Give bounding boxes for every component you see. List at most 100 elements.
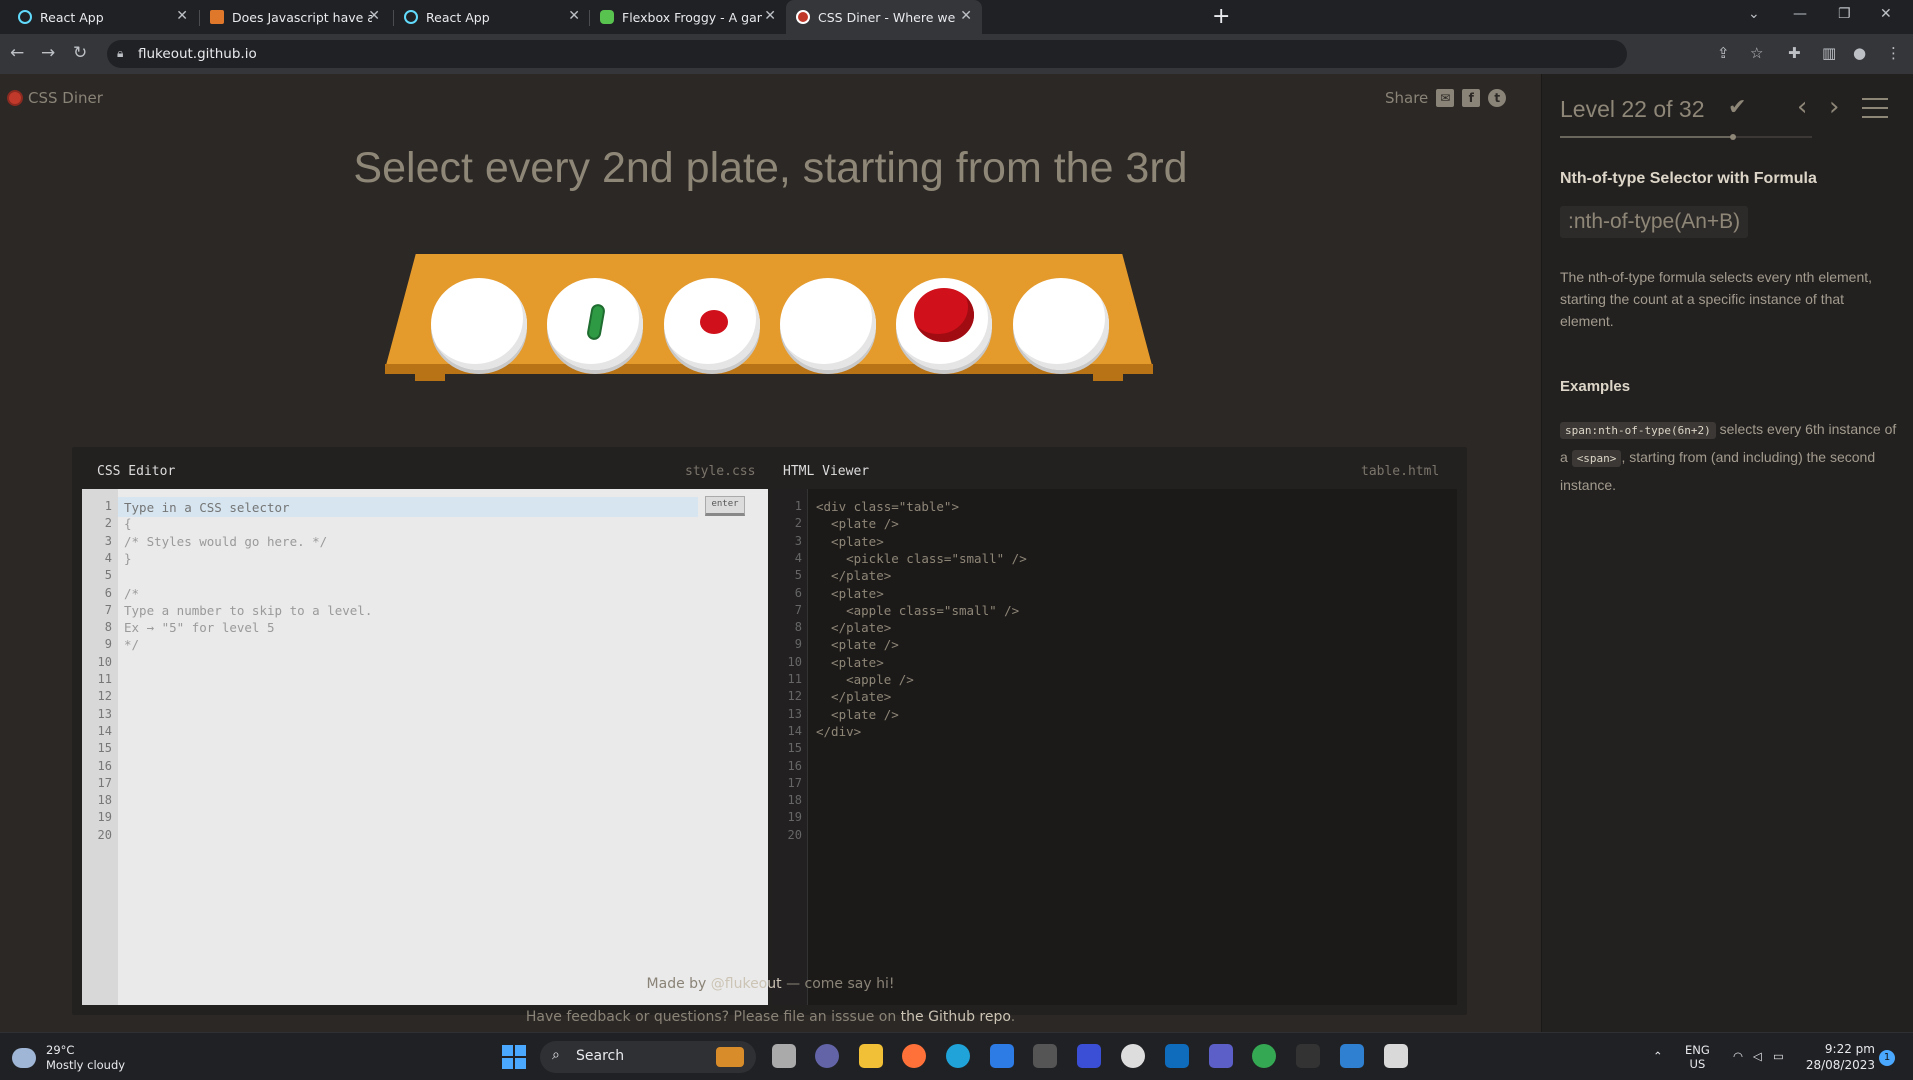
email-icon[interactable]: ✉ <box>1436 89 1455 107</box>
tab-flexbox-froggy[interactable]: Flexbox Froggy - A game for learn ✕ <box>590 0 786 34</box>
weather-widget[interactable]: 29°C Mostly cloudy <box>12 1043 125 1073</box>
plate[interactable] <box>431 278 527 370</box>
html-code-line[interactable]: <pickle class="small" /> <box>816 551 1027 566</box>
clock[interactable]: 9:22 pm 28/08/2023 <box>1805 1041 1875 1073</box>
file-explorer-icon[interactable] <box>859 1044 883 1068</box>
vscode-icon[interactable] <box>1340 1044 1364 1068</box>
previous-level-icon[interactable]: ‹ <box>1797 92 1807 122</box>
line-number: 7 <box>104 602 112 617</box>
css-diner-logo-icon <box>7 90 23 106</box>
taskbar-search[interactable]: ⌕ Search <box>540 1041 756 1073</box>
tab-title: React App <box>426 9 490 25</box>
chevron-up-icon[interactable]: ⌃ <box>1653 1049 1663 1063</box>
back-icon[interactable]: ← <box>10 43 24 63</box>
close-icon[interactable]: ✕ <box>764 8 776 24</box>
html-code-line[interactable]: </plate> <box>816 620 891 635</box>
css-line-numbers: 1 2 3 4 5 6 7 8 9 10 11 12 13 14 15 16 17 18 19 20 <box>82 489 118 1005</box>
task-view-icon[interactable] <box>772 1044 796 1068</box>
author-link[interactable]: @flukeout <box>711 976 782 992</box>
chat-icon[interactable] <box>815 1044 839 1068</box>
app-icon-2[interactable] <box>1077 1044 1101 1068</box>
plate[interactable] <box>780 278 876 370</box>
menu-dots-icon[interactable]: ⋮ <box>1886 44 1901 62</box>
html-code-line[interactable]: <plate /> <box>816 707 899 722</box>
edge-icon[interactable] <box>946 1044 970 1068</box>
outlook-icon[interactable] <box>1165 1044 1189 1068</box>
restore-button[interactable]: ❐ <box>1838 6 1851 22</box>
html-code-line[interactable]: </plate> <box>816 568 891 583</box>
level-menu-icon[interactable] <box>1862 98 1888 118</box>
wifi-icon[interactable]: ◠ <box>1733 1049 1743 1063</box>
tab-search-icon[interactable]: ⌄ <box>1748 6 1760 22</box>
line-number: 11 <box>97 672 112 686</box>
lock-icon[interactable]: 🔒︎ <box>117 46 123 61</box>
plate[interactable] <box>1013 278 1109 370</box>
tab-react-app-2[interactable]: React App ✕ <box>394 0 590 34</box>
chrome-icon[interactable] <box>1252 1044 1276 1068</box>
side-panel-icon[interactable]: ▥ <box>1822 44 1836 62</box>
profile-icon[interactable]: ● <box>1853 44 1866 62</box>
line-number: 17 <box>97 775 112 790</box>
forward-icon[interactable]: → <box>41 43 55 63</box>
store-icon[interactable] <box>990 1044 1014 1068</box>
close-icon[interactable]: ✕ <box>568 8 580 24</box>
url-text[interactable]: flukeout.github.io <box>138 46 257 62</box>
battery-icon[interactable]: ▭ <box>1773 1049 1784 1063</box>
app-icon-3[interactable] <box>1121 1044 1145 1068</box>
speaker-icon[interactable]: ◁ <box>1753 1049 1762 1063</box>
tab-javascript-question[interactable]: Does Javascript have an enhanced ✕ <box>200 0 390 34</box>
app-icon-4[interactable] <box>1384 1044 1408 1068</box>
html-code-line[interactable]: <plate> <box>816 655 884 670</box>
pickle-small[interactable] <box>585 303 607 341</box>
new-tab-button[interactable]: + <box>1212 4 1230 29</box>
css-selector-input[interactable] <box>118 497 698 517</box>
html-code-line[interactable]: </div> <box>816 724 861 739</box>
apple-small[interactable] <box>700 310 728 334</box>
html-code-line[interactable]: <plate> <box>816 534 884 549</box>
close-icon[interactable]: ✕ <box>368 8 380 24</box>
css-code-line: Type a number to skip to a level. <box>124 602 373 618</box>
close-window-button[interactable]: ✕ <box>1880 6 1892 22</box>
html-code-line[interactable]: <div class="table"> <box>816 499 959 514</box>
teams-icon[interactable] <box>1209 1044 1233 1068</box>
next-level-icon[interactable]: › <box>1829 92 1839 122</box>
apple[interactable] <box>914 288 974 342</box>
enter-button[interactable]: enter <box>705 496 745 516</box>
extensions-icon[interactable]: ✚ <box>1788 44 1801 62</box>
terminal-icon[interactable] <box>1296 1044 1320 1068</box>
html-code-line[interactable]: <plate /> <box>816 637 899 652</box>
logo[interactable]: CSS Diner <box>7 89 103 107</box>
tab-css-diner[interactable]: CSS Diner - Where we feast on CSS ✕ <box>786 0 982 34</box>
windows-start-icon[interactable] <box>502 1045 526 1069</box>
plate[interactable] <box>896 278 992 370</box>
html-code-line[interactable]: </plate> <box>816 689 891 704</box>
reload-icon[interactable]: ↻ <box>73 43 87 63</box>
tab-react-app-1[interactable]: React App ✕ <box>8 0 198 34</box>
github-repo-link[interactable]: the Github repo <box>901 1009 1011 1025</box>
line-number: 4 <box>794 550 802 565</box>
minimize-button[interactable]: — <box>1793 6 1807 22</box>
html-code-line[interactable]: <plate /> <box>816 516 899 531</box>
html-code-line[interactable]: <apple class="small" /> <box>816 603 1019 618</box>
notification-badge[interactable]: 1 <box>1879 1050 1895 1066</box>
firefox-icon[interactable] <box>902 1044 926 1068</box>
line-number: 18 <box>97 793 112 808</box>
app-icon[interactable] <box>1033 1044 1057 1068</box>
html-code-line[interactable]: <apple /> <box>816 672 914 687</box>
facebook-icon[interactable]: f <box>1462 89 1481 107</box>
close-icon[interactable]: ✕ <box>176 8 188 24</box>
line-number: 16 <box>787 758 802 773</box>
plate[interactable] <box>547 278 643 370</box>
language-indicator[interactable]: ENG US <box>1685 1043 1710 1071</box>
tab-title: Does Javascript have an enhanced <box>232 9 372 25</box>
html-code-line[interactable]: <plate> <box>816 586 884 601</box>
line-number: 20 <box>787 827 802 842</box>
bookmark-star-icon[interactable]: ☆ <box>1750 44 1763 62</box>
share-icon[interactable]: ⇪ <box>1717 44 1730 62</box>
close-icon[interactable]: ✕ <box>960 8 972 24</box>
twitter-icon[interactable]: t <box>1488 89 1507 107</box>
plate[interactable] <box>664 278 760 370</box>
omnibox[interactable] <box>107 40 1627 68</box>
css-code-line: } <box>124 550 132 566</box>
css-code-line: /* <box>124 585 140 601</box>
